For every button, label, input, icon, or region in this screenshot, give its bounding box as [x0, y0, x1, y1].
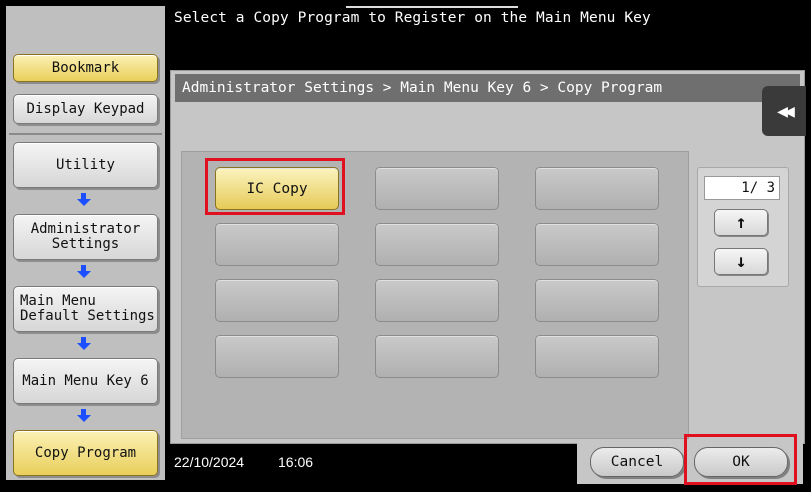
highlight-selected-program	[205, 158, 345, 215]
status-time: 16:06	[278, 454, 314, 470]
collapse-panel-button[interactable]: ◀◀	[762, 86, 806, 136]
program-key-6[interactable]	[535, 223, 659, 266]
arrow-down-icon: ↓	[735, 251, 747, 272]
double-chevron-left-icon: ◀◀	[777, 100, 795, 122]
top-divider	[346, 6, 518, 8]
path-administrator-settings-button[interactable]: Administrator Settings	[13, 214, 158, 260]
program-key-12[interactable]	[535, 335, 659, 378]
program-key-8[interactable]	[375, 279, 499, 322]
left-panel: Bookmark Display Keypad Utility Administ…	[6, 6, 165, 480]
program-key-5[interactable]	[375, 223, 499, 266]
program-key-3[interactable]	[535, 167, 659, 210]
breadcrumb: Administrator Settings > Main Menu Key 6…	[175, 74, 800, 102]
program-key-2[interactable]	[375, 167, 499, 210]
display-keypad-button[interactable]: Display Keypad	[13, 94, 158, 124]
pager: 1/ 3 ↑ ↓	[697, 167, 789, 287]
bookmark-button[interactable]: Bookmark	[13, 54, 158, 82]
path-main-menu-default-settings-button[interactable]: Main Menu Default Settings	[13, 286, 158, 332]
cancel-button[interactable]: Cancel	[590, 447, 684, 477]
panel-divider	[9, 133, 162, 135]
screen: Select a Copy Program to Register on the…	[0, 0, 811, 492]
program-key-10[interactable]	[215, 335, 339, 378]
instruction-message: Select a Copy Program to Register on the…	[174, 10, 651, 26]
arrow-up-icon: ↑	[735, 212, 747, 233]
page-down-button[interactable]: ↓	[714, 248, 768, 275]
path-main-menu-key-6-button[interactable]: Main Menu Key 6	[13, 358, 158, 404]
page-up-button[interactable]: ↑	[714, 209, 768, 236]
program-key-7[interactable]	[215, 279, 339, 322]
program-key-11[interactable]	[375, 335, 499, 378]
page-indicator: 1/ 3	[704, 176, 780, 200]
main-panel: Administrator Settings > Main Menu Key 6…	[170, 70, 805, 444]
path-copy-program-button[interactable]: Copy Program	[13, 430, 158, 476]
program-key-9[interactable]	[535, 279, 659, 322]
status-date: 22/10/2024	[174, 454, 245, 470]
program-key-4[interactable]	[215, 223, 339, 266]
path-utility-button[interactable]: Utility	[13, 142, 158, 188]
highlight-ok-button	[684, 434, 797, 485]
